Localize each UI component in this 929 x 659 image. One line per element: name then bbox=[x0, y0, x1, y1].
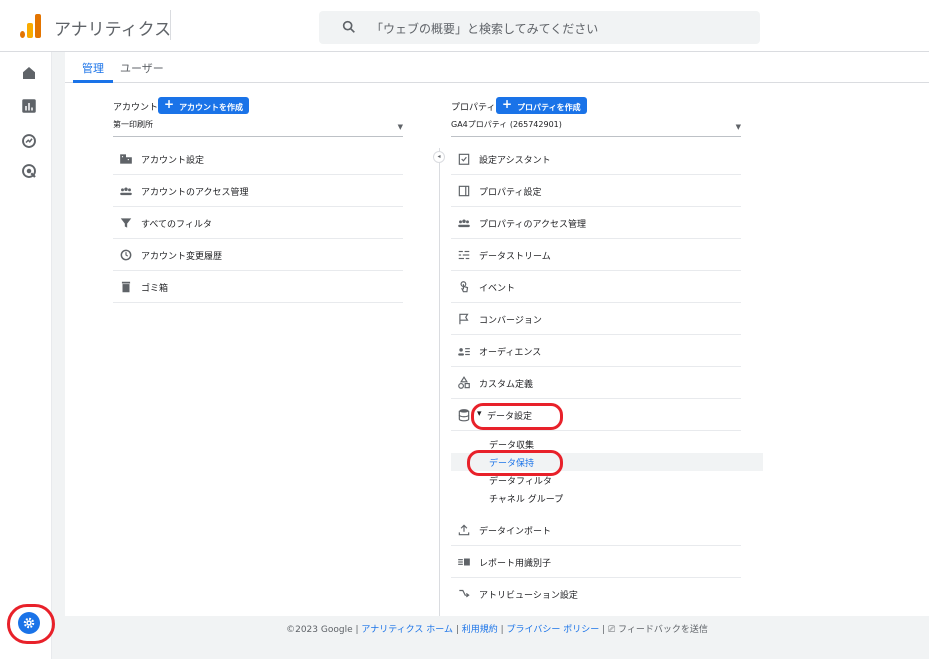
footer-separator: | bbox=[452, 625, 462, 635]
footer-separator: | bbox=[599, 625, 608, 635]
plus-icon: + bbox=[164, 97, 175, 111]
search-placeholder: 「ウェブの概要」と検索してみてください bbox=[371, 22, 599, 36]
people-icon bbox=[120, 187, 132, 196]
history-icon bbox=[120, 249, 132, 261]
footer-link-terms[interactable]: 利用規約 bbox=[462, 625, 498, 635]
account-selector[interactable]: 第一印刷所 ▼ bbox=[113, 119, 403, 137]
analytics-logo-icon[interactable] bbox=[20, 14, 42, 38]
admin-tabs: 管理 ユーザー bbox=[65, 52, 929, 83]
highlight-data-retention bbox=[467, 450, 563, 476]
admin-settings-button[interactable] bbox=[18, 612, 40, 634]
search-icon bbox=[342, 20, 355, 33]
menu-label: ゴミ箱 bbox=[141, 284, 169, 294]
reports-icon[interactable] bbox=[20, 97, 38, 115]
home-icon[interactable] bbox=[20, 64, 38, 82]
menu-property-settings[interactable]: プロパティ設定 bbox=[451, 175, 741, 207]
property-selected-value: GA4プロパティ (265742901) bbox=[451, 120, 562, 129]
menu-label: データインポート bbox=[479, 527, 552, 537]
footer: ©2023 Google | アナリティクス ホーム | 利用規約 | プライバ… bbox=[65, 622, 929, 642]
menu-label: コンバージョン bbox=[479, 316, 542, 326]
menu-attribution-settings[interactable]: アトリビューション設定 bbox=[451, 578, 741, 610]
menu-label: アカウント変更履歴 bbox=[141, 252, 223, 262]
chevron-down-icon: ▼ bbox=[735, 123, 741, 131]
plus-icon: + bbox=[502, 97, 513, 111]
upload-icon bbox=[458, 524, 470, 536]
admin-card: 管理 ユーザー アカウント + アカウントを作成 第一印刷所 ▼ アカウント設定 … bbox=[65, 52, 929, 616]
menu-account-settings[interactable]: アカウント設定 bbox=[113, 143, 403, 175]
menu-data-import[interactable]: データインポート bbox=[451, 514, 741, 546]
left-nav bbox=[0, 52, 52, 659]
menu-label: 設定アシスタント bbox=[479, 156, 551, 166]
menu-data-streams[interactable]: データストリーム bbox=[451, 239, 741, 271]
menu-audiences[interactable]: オーディエンス bbox=[451, 335, 741, 367]
footer-copyright: ©2023 Google | bbox=[286, 625, 362, 635]
menu-label: アトリビューション設定 bbox=[479, 591, 578, 601]
explore-icon[interactable] bbox=[20, 132, 38, 150]
menu-trash[interactable]: ゴミ箱 bbox=[113, 271, 403, 303]
submenu-label: チャネル グループ bbox=[489, 495, 564, 505]
menu-property-access[interactable]: プロパティのアクセス管理 bbox=[451, 207, 741, 239]
attribution-icon bbox=[459, 589, 470, 598]
main-area: 管理 ユーザー アカウント + アカウントを作成 第一印刷所 ▼ アカウント設定 … bbox=[52, 52, 929, 659]
flag-icon bbox=[459, 313, 469, 325]
building-icon bbox=[120, 154, 132, 164]
feedback-icon: ⎚ bbox=[607, 625, 619, 635]
stream-icon bbox=[458, 250, 470, 260]
submenu-channel-groups[interactable]: チャネル グループ bbox=[451, 489, 763, 507]
highlight-data-settings bbox=[471, 403, 563, 430]
people-icon bbox=[458, 219, 470, 228]
menu-label: レポート用識別子 bbox=[479, 559, 552, 569]
checklist-icon bbox=[458, 153, 470, 165]
database-icon bbox=[458, 409, 470, 422]
menu-label: プロパティのアクセス管理 bbox=[479, 220, 587, 230]
create-property-button[interactable]: + プロパティを作成 bbox=[496, 97, 587, 114]
footer-link-privacy[interactable]: プライバシー ポリシー bbox=[507, 625, 600, 635]
footer-separator: | bbox=[497, 625, 507, 635]
top-bar: アナリティクス 「ウェブの概要」と検索してみてください bbox=[0, 0, 929, 52]
filter-icon bbox=[120, 218, 132, 228]
menu-label: カスタム定義 bbox=[479, 380, 534, 390]
create-property-label: プロパティを作成 bbox=[517, 103, 581, 112]
app-title: アナリティクス bbox=[54, 20, 172, 40]
menu-reporting-identity[interactable]: レポート用識別子 bbox=[451, 546, 741, 578]
active-tab-indicator bbox=[73, 80, 113, 83]
footer-feedback[interactable]: フィードバックを送信 bbox=[618, 625, 708, 635]
menu-label: データストリーム bbox=[479, 252, 551, 262]
menu-all-filters[interactable]: すべてのフィルタ bbox=[113, 207, 403, 239]
property-icon bbox=[458, 185, 470, 197]
menu-label: プロパティ設定 bbox=[479, 188, 542, 198]
account-selected-value: 第一印刷所 bbox=[113, 120, 153, 129]
menu-label: アカウントのアクセス管理 bbox=[141, 188, 249, 198]
account-label: アカウント bbox=[113, 103, 159, 113]
title-divider bbox=[170, 10, 171, 40]
menu-account-history[interactable]: アカウント変更履歴 bbox=[113, 239, 403, 271]
trash-icon bbox=[121, 281, 131, 293]
shapes-icon bbox=[458, 376, 470, 389]
tab-admin[interactable]: 管理 bbox=[82, 60, 104, 76]
menu-label: アカウント設定 bbox=[141, 156, 205, 166]
collapse-toggle-icon[interactable]: ◂ bbox=[433, 151, 445, 163]
chevron-down-icon: ▼ bbox=[397, 123, 403, 131]
menu-events[interactable]: イベント bbox=[451, 271, 741, 303]
menu-label: すべてのフィルタ bbox=[141, 220, 212, 230]
touch-icon bbox=[460, 281, 469, 293]
menu-setup-assistant[interactable]: 設定アシスタント bbox=[451, 143, 741, 175]
property-selector[interactable]: GA4プロパティ (265742901) ▼ bbox=[451, 119, 741, 137]
identity-icon bbox=[458, 558, 470, 566]
create-account-label: アカウントを作成 bbox=[179, 103, 244, 112]
gear-icon bbox=[23, 617, 35, 629]
menu-account-access[interactable]: アカウントのアクセス管理 bbox=[113, 175, 403, 207]
search-bar[interactable]: 「ウェブの概要」と検索してみてください bbox=[319, 11, 760, 44]
audience-icon bbox=[458, 348, 470, 356]
property-label: プロパティ bbox=[451, 103, 496, 113]
menu-label: オーディエンス bbox=[479, 348, 542, 358]
menu-label: イベント bbox=[479, 284, 516, 294]
footer-link-analytics-home[interactable]: アナリティクス ホーム bbox=[361, 625, 453, 635]
column-divider bbox=[439, 148, 440, 616]
menu-conversions[interactable]: コンバージョン bbox=[451, 303, 741, 335]
menu-custom-definitions[interactable]: カスタム定義 bbox=[451, 367, 741, 399]
tab-users[interactable]: ユーザー bbox=[120, 60, 164, 76]
create-account-button[interactable]: + アカウントを作成 bbox=[158, 97, 250, 114]
advertising-icon[interactable] bbox=[20, 162, 38, 180]
